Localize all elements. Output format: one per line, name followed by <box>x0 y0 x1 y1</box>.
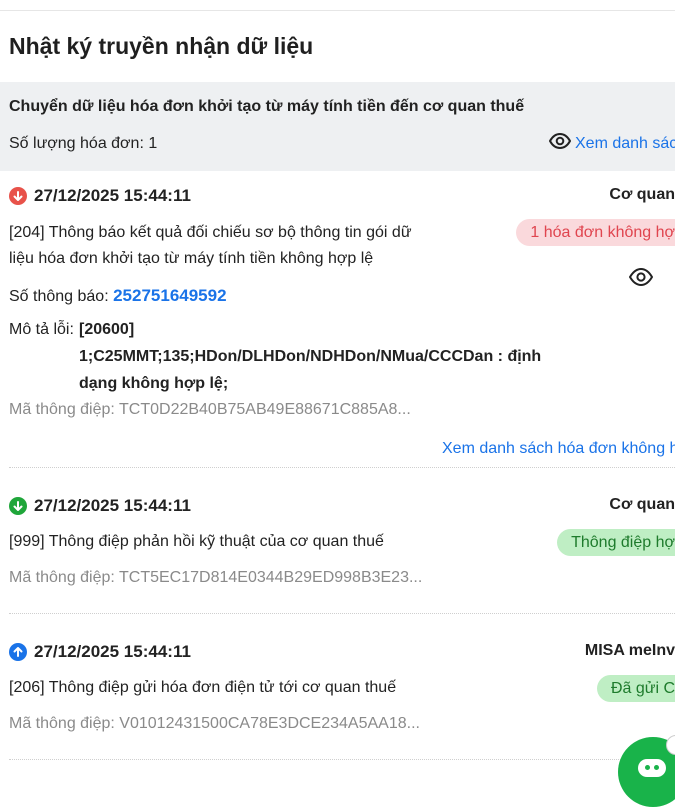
eye-icon <box>628 267 654 290</box>
entry-message: [206] Thông điệp gửi hóa đơn điện tử tới… <box>9 679 397 696</box>
entry-time: 27/12/2025 15:44:11 <box>9 642 191 662</box>
summary-heading: Chuyển dữ liệu hóa đơn khởi tạo từ máy t… <box>9 98 525 115</box>
entry-source: MISA meInv <box>584 642 675 659</box>
message-id: Mã thông điệp: TCT0D22B40B75AB49E88671C8… <box>9 401 411 418</box>
entry-time: 27/12/2025 15:44:11 <box>9 186 191 206</box>
notice-label: Số thông báo: <box>9 288 109 305</box>
notice-number: 252751649592 <box>113 286 227 305</box>
message-id: Mã thông điệp: TCT5EC17D814E0344B29ED998… <box>9 569 423 586</box>
log-entry: 27/12/2025 15:44:11 Cơ quan [204] Thông … <box>9 186 675 466</box>
view-detail-button[interactable] <box>628 267 654 291</box>
close-chat-icon[interactable] <box>666 735 675 755</box>
message-id: Mã thông điệp: V01012431500CA78E3DCE234A… <box>9 715 420 732</box>
error-description: [20600] 1;C25MMT;135;HDon/DLHDon/NDHDon/… <box>79 321 542 392</box>
entry-time: 27/12/2025 15:44:11 <box>9 496 191 516</box>
error-label: Mô tả lỗi: <box>9 321 74 338</box>
entry-message: [999] Thông điệp phản hồi kỹ thuật của c… <box>9 533 384 550</box>
top-divider <box>0 10 675 11</box>
entry-divider <box>9 467 675 468</box>
entry-divider <box>9 759 675 760</box>
eye-icon <box>548 132 572 154</box>
entry-message: [204] Thông báo kết quả đối chiếu sơ bộ … <box>9 224 412 267</box>
summary-panel: Chuyển dữ liệu hóa đơn khởi tạo từ máy t… <box>0 82 675 171</box>
chat-bot-icon <box>638 759 666 777</box>
invoice-count: Số lượng hóa đơn: 1 <box>9 135 158 152</box>
page-title: Nhật ký truyền nhận dữ liệu <box>9 33 314 59</box>
log-entry: 27/12/2025 15:44:11 Cơ quan [999] Thông … <box>9 496 675 596</box>
entry-divider <box>9 613 675 614</box>
entry-source: Cơ quan <box>609 496 675 513</box>
view-list-link[interactable]: Xem danh sác <box>548 132 675 154</box>
invalid-invoice-list-link[interactable]: Xem danh sách hóa đơn không h <box>442 440 675 458</box>
entry-time-text: 27/12/2025 15:44:11 <box>34 186 191 205</box>
chat-support-button[interactable] <box>618 735 675 807</box>
arrow-down-success-icon <box>9 497 27 515</box>
arrow-up-icon <box>9 643 27 661</box>
log-entry: 27/12/2025 15:44:11 MISA meInv [206] Thô… <box>9 642 675 742</box>
status-badge: Đã gửi C <box>596 675 675 702</box>
view-list-label: Xem danh sác <box>575 134 675 152</box>
notice-number-row: Số thông báo: 252751649592 <box>9 286 227 306</box>
status-badge: 1 hóa đơn không hợ <box>516 219 675 246</box>
entry-time-text: 27/12/2025 15:44:11 <box>34 496 191 515</box>
entry-source: Cơ quan <box>609 186 675 203</box>
status-badge: Thông điệp hợ <box>557 529 675 556</box>
entry-time-text: 27/12/2025 15:44:11 <box>34 642 191 661</box>
arrow-down-error-icon <box>9 187 27 205</box>
